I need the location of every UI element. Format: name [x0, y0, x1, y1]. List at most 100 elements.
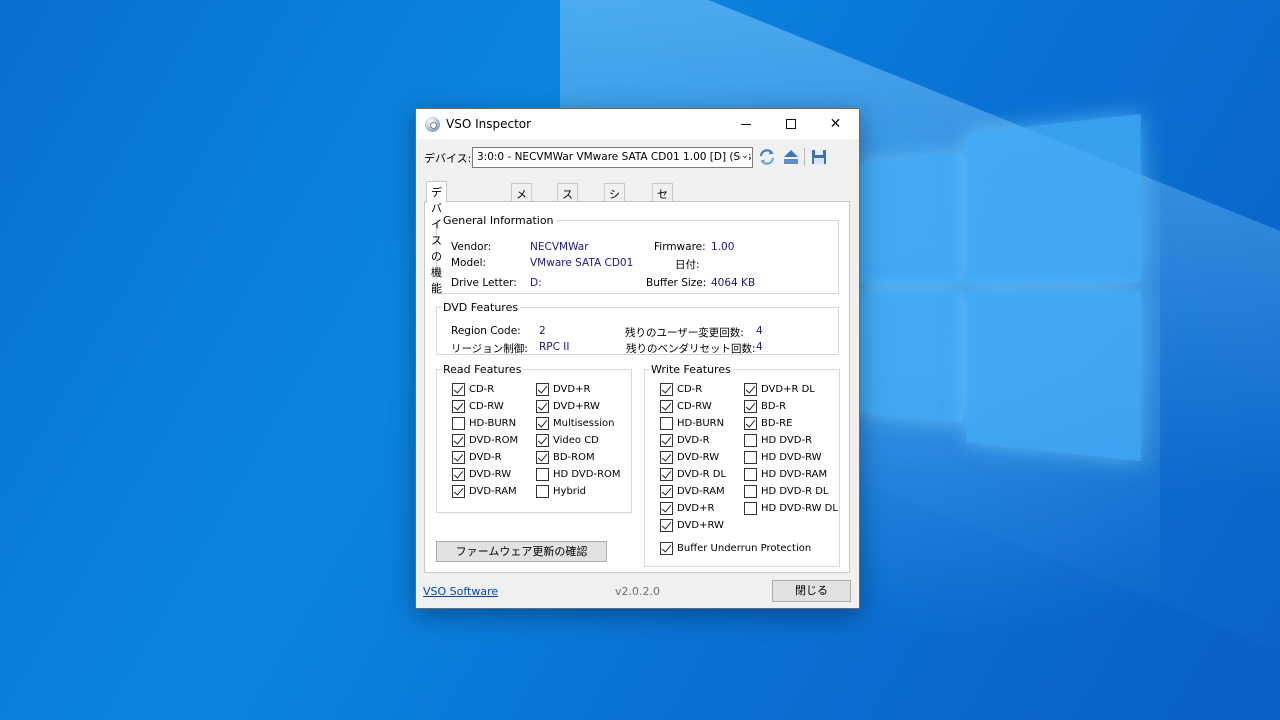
close-window-button[interactable]: ✕: [813, 109, 858, 139]
checkbox-box[interactable]: [536, 451, 549, 464]
vso-software-link[interactable]: VSO Software: [423, 585, 498, 598]
general-information-title: General Information: [443, 214, 554, 227]
checkbox-label: DVD+R: [553, 384, 591, 395]
write-features-group: Write Features CD-R CD-RW HD-BURN DVD-R DVD-…: [644, 363, 840, 567]
checkbox-label: DVD-RW: [677, 452, 720, 463]
close-button[interactable]: 閉じる: [772, 580, 851, 602]
checkbox-label: BD-ROM: [553, 452, 595, 463]
close-icon: ✕: [829, 116, 842, 132]
checkbox-label: Video CD: [553, 435, 599, 446]
date-label: 日付:: [675, 259, 700, 271]
checkbox-box[interactable]: [744, 451, 757, 464]
checkbox-box[interactable]: [660, 485, 673, 498]
user-changes-label: 残りのユーザー変更回数:: [625, 327, 744, 339]
checkbox-box[interactable]: [744, 502, 757, 515]
checkbox-box[interactable]: [536, 383, 549, 396]
checkbox-box[interactable]: [536, 485, 549, 498]
checkbox-box[interactable]: [536, 468, 549, 481]
checkbox-box[interactable]: [660, 468, 673, 481]
checkbox-box[interactable]: [744, 400, 757, 413]
window-title: VSO Inspector: [446, 117, 532, 131]
checkbox-label: HD-BURN: [469, 418, 517, 429]
read-features-group: Read Features CD-R CD-RW HD-BURN DVD-ROM DVD…: [436, 363, 632, 513]
checkbox-box[interactable]: [536, 400, 549, 413]
checkbox-box[interactable]: [452, 400, 465, 413]
version-label: v2.0.2.0: [615, 585, 660, 598]
checkbox-box[interactable]: [660, 400, 673, 413]
dvd-features-title: DVD Features: [443, 301, 519, 314]
vso-inspector-window: VSO Inspector ✕ デバイス: 3:0:0 - NECVMWar V…: [415, 108, 860, 609]
checkbox-label: BD-R: [761, 401, 787, 412]
checkbox-label: DVD+RW: [677, 520, 724, 531]
maximize-icon: [785, 119, 796, 129]
checkbox-box[interactable]: [452, 434, 465, 447]
vendor-resets-label: 残りのベンダリセット回数:: [626, 343, 756, 355]
minimize-button[interactable]: [723, 109, 768, 139]
maximize-button[interactable]: [768, 109, 813, 139]
tab-system[interactable]: システム: [604, 183, 625, 249]
tab-scan[interactable]: スキャン: [557, 183, 578, 249]
checkbox-box[interactable]: [744, 485, 757, 498]
checkbox-label: CD-RW: [677, 401, 712, 412]
checkbox-label: HD DVD-RW: [761, 452, 822, 463]
tab-sector-view[interactable]: セクタ表示: [652, 183, 673, 265]
checkbox-box[interactable]: [536, 434, 549, 447]
vendor-resets-value: 4: [756, 341, 763, 353]
device-select-value: 3:0:0 - NECVMWar VMware SATA CD01 1.00 […: [477, 151, 753, 163]
tab-device-features[interactable]: デバイスの機能: [426, 181, 447, 295]
drive-letter-value: D:: [530, 277, 542, 289]
firmware-label: Firmware:: [654, 241, 706, 253]
drive-letter-label: Drive Letter:: [451, 277, 517, 289]
checkbox-label: CD-RW: [469, 401, 504, 412]
toolbar-separator: [804, 148, 805, 166]
checkbox-label: HD-BURN: [677, 418, 725, 429]
checkbox-label: HD DVD-RW DL: [761, 503, 838, 514]
checkbox-label: BD-RE: [761, 418, 793, 429]
buffer-size-label: Buffer Size:: [646, 277, 707, 289]
checkbox-box[interactable]: [536, 417, 549, 430]
dvd-features-group: DVD Features Region Code: 2 残りのユーザー変更回数:…: [436, 301, 839, 355]
checkbox-box[interactable]: [744, 417, 757, 430]
windows-logo-icon: [860, 114, 1145, 467]
minimize-icon: [740, 123, 751, 125]
vendor-label: Vendor:: [451, 241, 492, 253]
checkbox-box[interactable]: [660, 542, 673, 555]
region-code-label: Region Code:: [451, 325, 521, 337]
checkbox-label: HD DVD-RAM: [761, 469, 828, 480]
checkbox-box[interactable]: [452, 485, 465, 498]
checkbox-box[interactable]: [660, 502, 673, 515]
read-features-title: Read Features: [443, 363, 522, 376]
checkbox-box[interactable]: [452, 468, 465, 481]
checkbox-box[interactable]: [452, 417, 465, 430]
checkbox-box[interactable]: [660, 383, 673, 396]
checkbox-box[interactable]: [660, 519, 673, 532]
checkbox-box[interactable]: [452, 451, 465, 464]
device-select[interactable]: 3:0:0 - NECVMWar VMware SATA CD01 1.00 […: [472, 147, 753, 168]
write-features-title: Write Features: [651, 363, 731, 376]
chevron-down-icon: ⌄: [740, 150, 749, 161]
checkbox-label: CD-R: [469, 384, 495, 395]
checkbox-box[interactable]: [452, 383, 465, 396]
checkbox-label: DVD+R: [677, 503, 715, 514]
checkbox-label: HD DVD-R DL: [761, 486, 829, 497]
checkbox-box[interactable]: [660, 434, 673, 447]
model-label: Model:: [451, 257, 487, 269]
checkbox-box[interactable]: [744, 383, 757, 396]
checkbox-label: HD DVD-ROM: [553, 469, 621, 480]
checkbox-label: DVD+RW: [553, 401, 600, 412]
title-bar[interactable]: VSO Inspector ✕: [416, 109, 859, 139]
checkbox-label: DVD-R: [677, 435, 710, 446]
refresh-icon[interactable]: [758, 148, 776, 166]
eject-icon[interactable]: [782, 148, 800, 166]
disc-icon: [425, 117, 440, 132]
user-changes-value: 4: [756, 325, 763, 337]
checkbox-box[interactable]: [660, 451, 673, 464]
save-icon[interactable]: [810, 148, 828, 166]
tab-media[interactable]: メディア: [511, 183, 532, 249]
checkbox-box[interactable]: [660, 417, 673, 430]
checkbox-box[interactable]: [744, 468, 757, 481]
check-firmware-update-button[interactable]: ファームウェア更新の確認: [436, 541, 607, 562]
vendor-value: NECVMWar: [530, 241, 589, 253]
checkbox-box[interactable]: [744, 434, 757, 447]
checkbox-label: DVD+R DL: [761, 384, 815, 395]
